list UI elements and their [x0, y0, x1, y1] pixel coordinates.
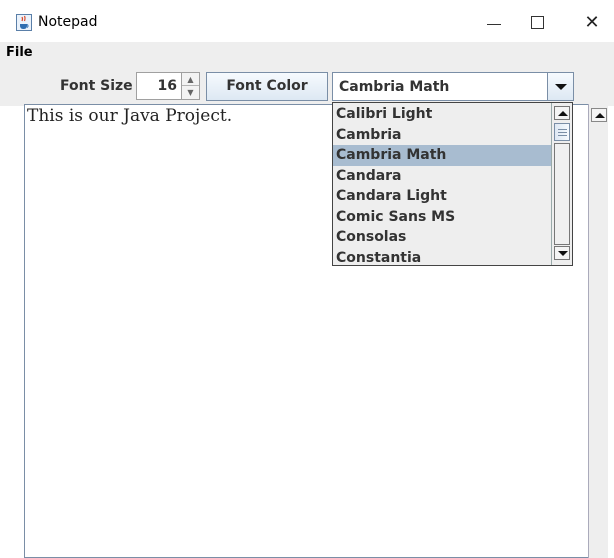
font-color-button[interactable]: Font Color: [206, 72, 328, 101]
java-cup-icon: [16, 14, 32, 31]
maximize-icon: [531, 16, 544, 29]
font-family-selected: Cambria Math: [339, 79, 450, 95]
arrow-up-icon[interactable]: ▲: [182, 73, 199, 86]
editor-scrollbar[interactable]: [588, 104, 608, 558]
combo-arrow-button[interactable]: [547, 73, 573, 100]
dropdown-scroll-up[interactable]: [554, 106, 570, 120]
minimize-button[interactable]: [474, 8, 514, 38]
arrow-up-icon: [595, 113, 605, 118]
toolbar: Font Size 16 ▲ ▼ Font Color Cambria Math: [0, 64, 614, 106]
window-title: Notepad: [38, 14, 98, 30]
list-item[interactable]: Candara Light: [333, 186, 551, 207]
list-item[interactable]: Calibri Light: [333, 104, 551, 125]
list-item[interactable]: Comic Sans MS: [333, 207, 551, 228]
scroll-up-button[interactable]: [591, 108, 607, 122]
maximize-button[interactable]: [518, 8, 558, 38]
font-size-spinner[interactable]: 16 ▲ ▼: [136, 72, 200, 100]
list-item[interactable]: Candara: [333, 166, 551, 187]
close-button[interactable]: ✕: [572, 8, 612, 38]
list-item-selected[interactable]: Cambria Math: [333, 145, 551, 166]
title-bar: Notepad ✕: [0, 0, 614, 42]
dropdown-scroll-down[interactable]: [554, 246, 570, 260]
font-size-label: Font Size: [60, 78, 133, 94]
chevron-down-icon: [555, 84, 567, 90]
dropdown-scrollbar[interactable]: [551, 103, 572, 265]
font-family-dropdown-list: Calibri Light Cambria Cambria Math Canda…: [332, 102, 573, 266]
arrow-down-icon[interactable]: ▼: [182, 86, 199, 99]
dropdown-scroll-thumb[interactable]: [554, 123, 570, 141]
list-item[interactable]: Consolas: [333, 227, 551, 248]
font-size-value[interactable]: 16: [158, 78, 177, 94]
arrow-up-icon: [558, 111, 568, 116]
list-item[interactable]: Constantia: [333, 248, 551, 269]
editor-text[interactable]: This is our Java Project.: [27, 106, 232, 126]
arrow-down-icon: [558, 251, 568, 256]
menu-file[interactable]: File: [6, 45, 33, 60]
minimize-icon: [487, 24, 501, 25]
spinner-arrows: ▲ ▼: [181, 73, 199, 99]
close-icon: ✕: [584, 12, 600, 33]
font-family-combo[interactable]: Cambria Math: [332, 72, 574, 101]
menu-bar: File: [0, 42, 614, 64]
dropdown-scroll-track[interactable]: [554, 143, 570, 245]
list-item[interactable]: Cambria: [333, 125, 551, 146]
